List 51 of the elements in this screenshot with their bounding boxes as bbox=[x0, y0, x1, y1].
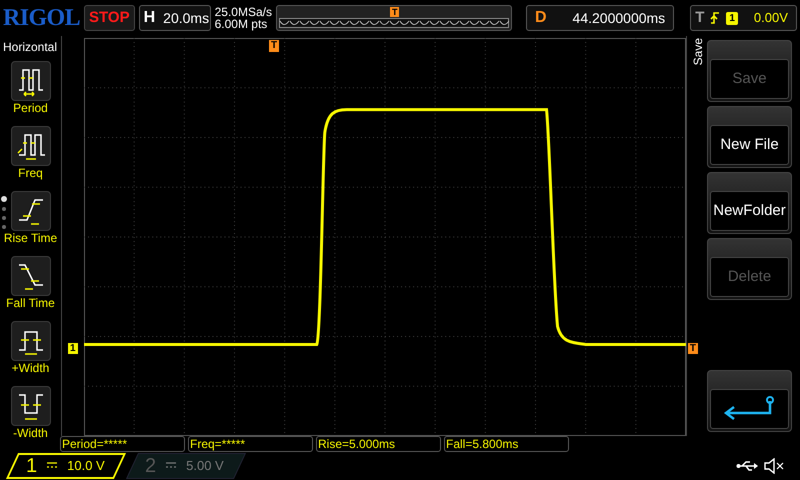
trigger-position-marker: T bbox=[269, 40, 280, 52]
rising-edge-icon bbox=[710, 11, 720, 25]
delay-value: 44.2000000ms bbox=[572, 8, 666, 28]
speaker-muted-icon bbox=[764, 458, 784, 474]
channel-tab[interactable]: 2 5.00 V bbox=[126, 453, 246, 479]
back-button[interactable] bbox=[707, 370, 792, 432]
measure-label: -Width bbox=[13, 426, 48, 440]
measurement-readout: Period=***** bbox=[60, 436, 185, 452]
delay-label: D bbox=[534, 8, 547, 28]
measure-button[interactable] bbox=[10, 386, 50, 426]
waveform-preview-icon bbox=[278, 18, 509, 28]
measure-label: +Width bbox=[12, 361, 50, 375]
sample-rate: 25.0MSa/s bbox=[214, 6, 272, 18]
channel-offset-marker: 1 bbox=[68, 343, 78, 354]
menu-title: Horizontal bbox=[2, 39, 58, 56]
timebase-box[interactable]: H 20.0ms bbox=[138, 5, 211, 31]
trigger-level: 0.00V bbox=[754, 9, 788, 28]
measure-label: Freq bbox=[18, 166, 43, 180]
brand-logo: RIGOL bbox=[3, 4, 80, 33]
channel-tab[interactable]: 1 10.0 V bbox=[6, 453, 126, 479]
timebase-label: H bbox=[144, 8, 156, 28]
measure-label: Rise Time bbox=[4, 231, 58, 245]
channel-scale: 5.00 V bbox=[186, 457, 224, 476]
channel-scale: 10.0 V bbox=[67, 457, 105, 476]
usb-icon bbox=[736, 460, 758, 472]
measure-button[interactable] bbox=[10, 126, 50, 166]
measurement-readout: Fall=5.800ms bbox=[444, 436, 569, 452]
channel-number: 2 bbox=[145, 454, 156, 479]
measure-button[interactable] bbox=[10, 61, 50, 101]
measurement-readout: Freq=***** bbox=[188, 436, 313, 452]
measure-label: Fall Time bbox=[6, 296, 55, 310]
softkey-button[interactable]: NewFolder bbox=[707, 172, 792, 234]
trigger-box[interactable]: T 1 0.00V bbox=[690, 5, 797, 31]
dc-coupling-icon bbox=[47, 462, 58, 470]
trigger-position-marker: T bbox=[390, 7, 400, 17]
trigger-label: T bbox=[695, 8, 704, 28]
measure-button[interactable] bbox=[10, 321, 50, 361]
measure-button[interactable] bbox=[10, 191, 50, 231]
trigger-level-marker: T bbox=[688, 343, 698, 354]
measure-label: Period bbox=[13, 101, 48, 115]
memory-depth: 6.00M pts bbox=[214, 18, 268, 30]
trigger-source: 1 bbox=[726, 12, 738, 24]
measure-button[interactable] bbox=[10, 256, 50, 296]
channel-number: 1 bbox=[26, 454, 38, 479]
dc-coupling-icon bbox=[166, 462, 176, 470]
menu-title-label: Save bbox=[690, 38, 706, 66]
delay-box[interactable]: D 44.2000000ms bbox=[526, 5, 674, 31]
measurement-readout: Rise=5.000ms bbox=[316, 436, 441, 452]
softkey-button[interactable]: New File bbox=[707, 106, 792, 168]
timebase-value: 20.0ms bbox=[163, 8, 210, 28]
run-status[interactable]: STOP bbox=[84, 5, 135, 31]
